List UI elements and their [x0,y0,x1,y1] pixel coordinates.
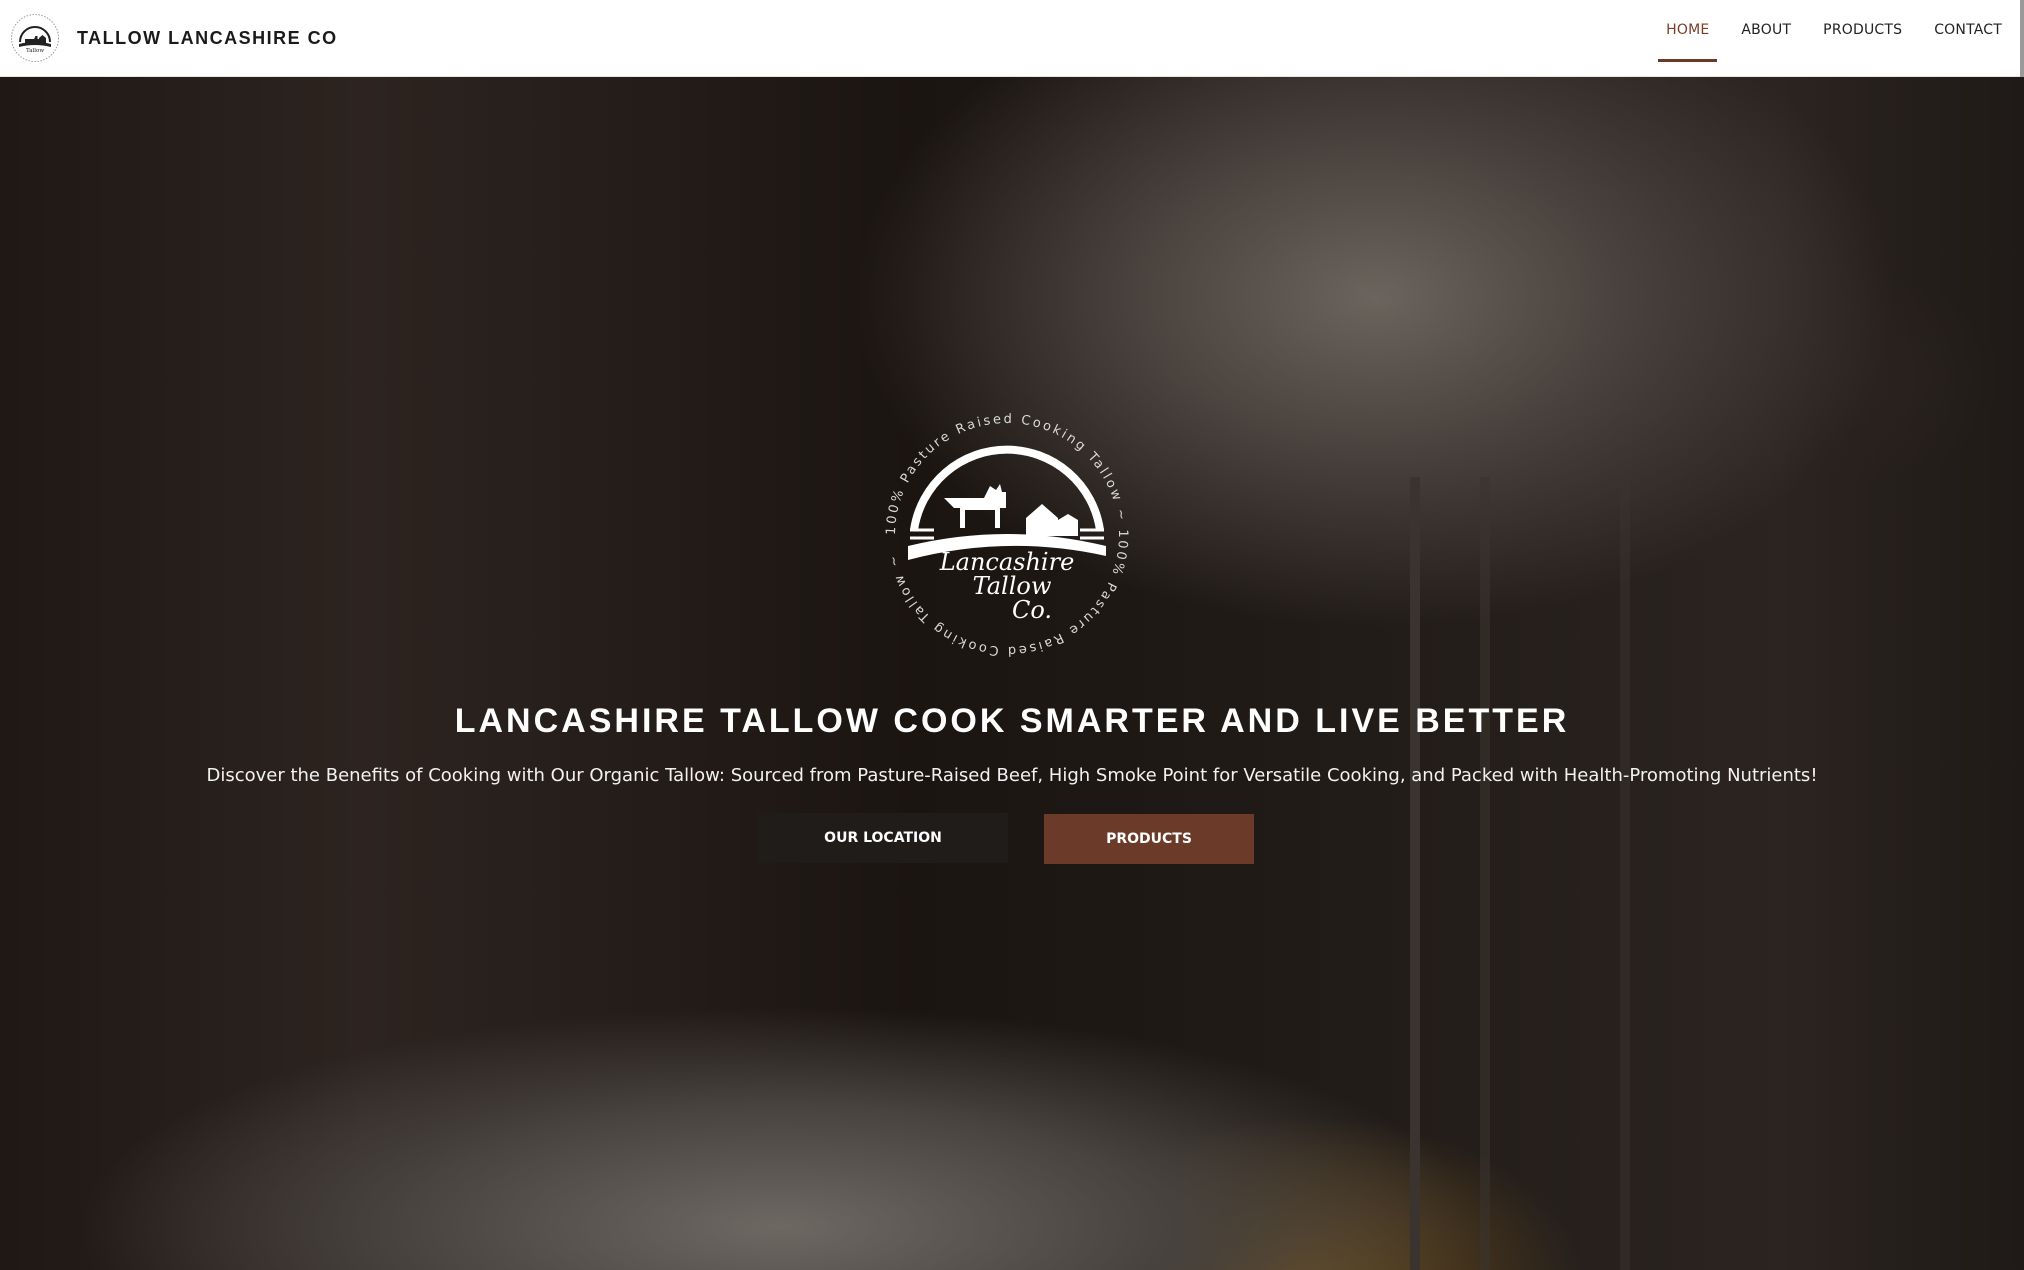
products-button[interactable]: PRODUCTS [1044,814,1254,864]
lancashire-tallow-logo-icon: Tallow [11,14,59,62]
main-nav: HOME ABOUT PRODUCTS CONTACT [1634,0,2002,62]
svg-text:Tallow: Tallow [26,48,44,54]
nav-contact[interactable]: CONTACT [1934,0,2002,62]
hero-content: 100% Pasture Raised Cooking Tallow ~ 100… [0,77,2024,1270]
site-header: Tallow TALLOW LANCASHIRE CO HOME ABOUT P… [0,0,2024,77]
logo-word-3: Co. [1012,596,1052,624]
hero-title: LANCASHIRE TALLOW COOK SMARTER AND LIVE … [454,702,1570,740]
hero-logo: 100% Pasture Raised Cooking Tallow ~ 100… [884,412,1128,658]
hero-subtitle: Discover the Benefits of Cooking with Ou… [206,765,1818,786]
hero-section: 100% Pasture Raised Cooking Tallow ~ 100… [0,77,2024,1270]
our-location-button[interactable]: OUR LOCATION [758,813,1008,863]
nav-about[interactable]: ABOUT [1741,0,1791,62]
nav-home[interactable]: HOME [1658,0,1718,62]
brand-name[interactable]: TALLOW LANCASHIRE CO [77,28,338,49]
nav-products[interactable]: PRODUCTS [1823,0,1902,62]
brand[interactable]: Tallow TALLOW LANCASHIRE CO [10,13,338,63]
